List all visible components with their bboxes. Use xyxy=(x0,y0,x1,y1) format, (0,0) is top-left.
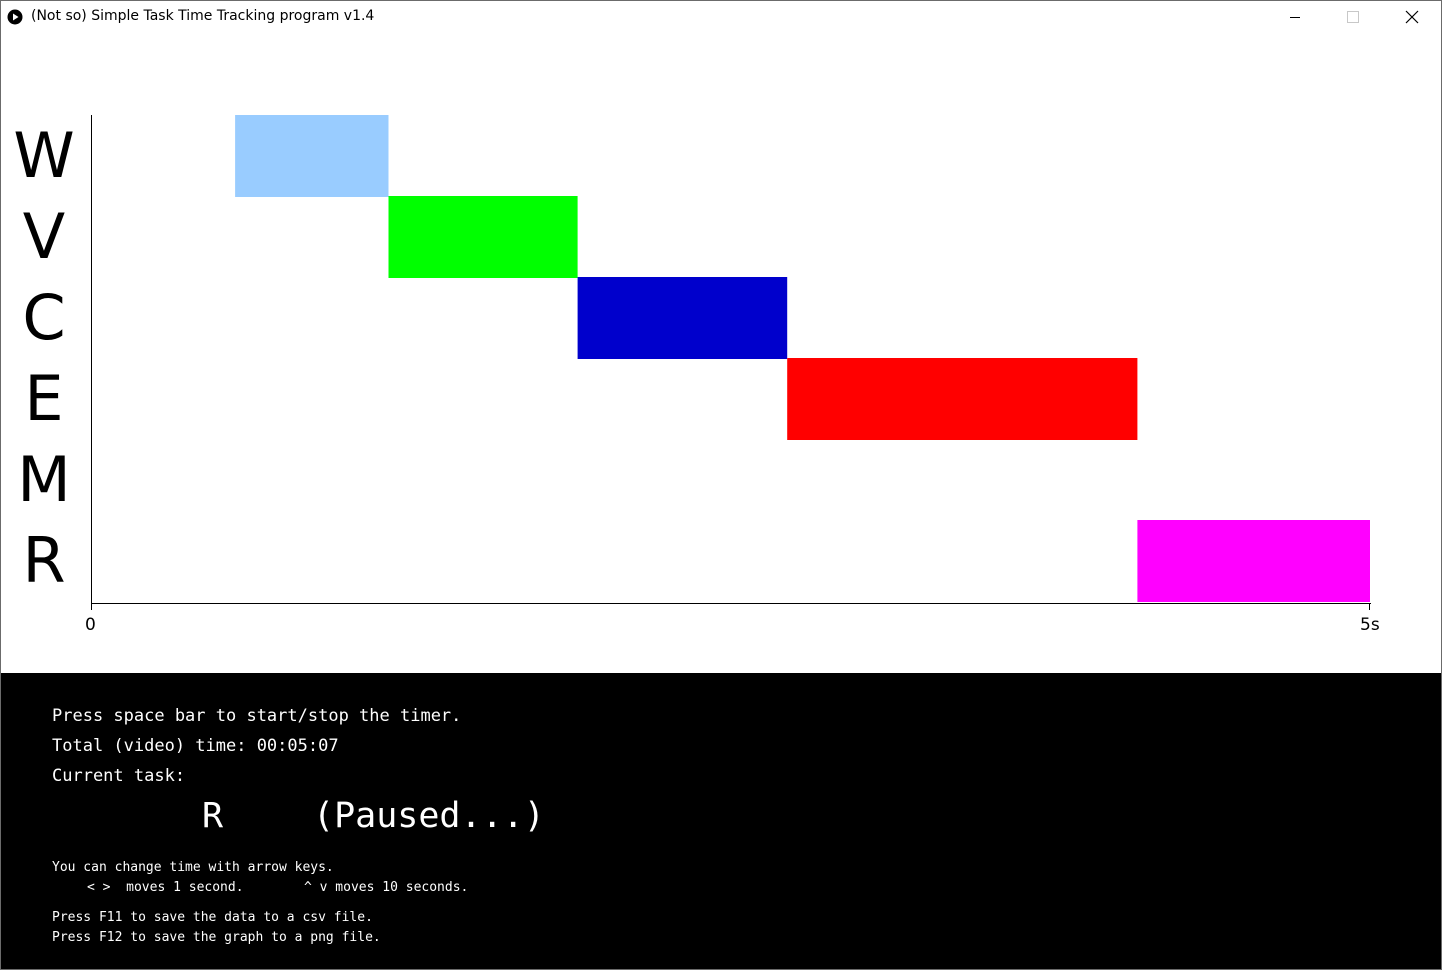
instruction-text: Press space bar to start/stop the timer. xyxy=(52,706,462,726)
close-icon xyxy=(1405,10,1419,24)
task-bar-r xyxy=(1137,520,1370,602)
hint-up-down: ^ v moves 10 seconds. xyxy=(304,880,469,895)
play-circle-icon xyxy=(7,9,23,25)
task-label-w: W xyxy=(13,119,74,192)
task-bar-w xyxy=(235,115,389,197)
maximize-button[interactable] xyxy=(1324,1,1382,33)
task-label-e: E xyxy=(24,362,63,435)
task-bar-e xyxy=(787,358,1138,440)
timer-status: (Paused...) xyxy=(313,796,545,836)
task-label-v: V xyxy=(23,200,65,273)
title-bar[interactable]: (Not so) Simple Task Time Tracking progr… xyxy=(1,1,1441,33)
current-task-value: R xyxy=(202,796,224,836)
hint-save-csv: Press F11 to save the data to a csv file… xyxy=(52,910,373,925)
app-window: (Not so) Simple Task Time Tracking progr… xyxy=(0,0,1442,970)
task-bar-v xyxy=(388,196,578,278)
minimize-button[interactable] xyxy=(1266,1,1324,33)
hint-left-right: < > moves 1 second. xyxy=(87,880,244,895)
minimize-icon xyxy=(1290,17,1300,18)
total-time-text: Total (video) time: 00:05:07 xyxy=(52,736,339,756)
task-bar-c xyxy=(577,277,788,359)
task-label-c: C xyxy=(22,281,65,354)
current-task-label: Current task: xyxy=(52,766,186,786)
x-axis-min-label: 0 xyxy=(85,615,96,635)
timeline-chart: WVCEMR 0 5s xyxy=(1,33,1441,673)
timeline-chart-svg: WVCEMR 0 5s xyxy=(13,115,1380,635)
maximize-icon xyxy=(1347,11,1359,23)
info-panel: Press space bar to start/stop the timer.… xyxy=(1,673,1441,969)
x-axis-max-label: 5s xyxy=(1360,615,1380,635)
window-title: (Not so) Simple Task Time Tracking progr… xyxy=(31,8,375,24)
task-label-m: M xyxy=(17,443,71,516)
hint-arrow-keys: You can change time with arrow keys. xyxy=(52,860,334,875)
hint-save-png: Press F12 to save the graph to a png fil… xyxy=(52,930,381,945)
task-label-r: R xyxy=(22,524,65,597)
close-button[interactable] xyxy=(1383,1,1441,33)
